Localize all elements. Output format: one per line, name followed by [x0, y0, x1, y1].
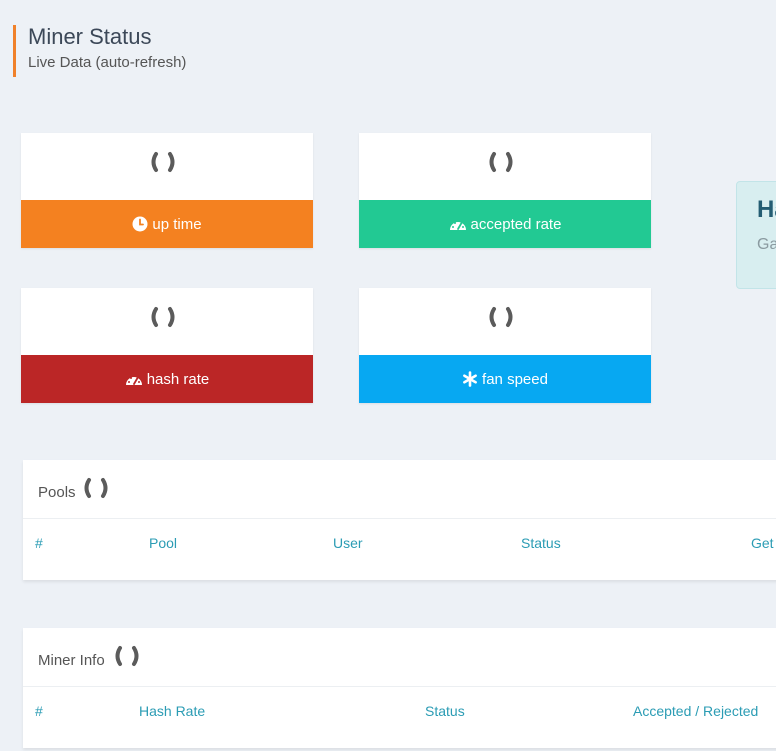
column-header[interactable]: # [35, 535, 43, 551]
stat-card-fan-speed-label: fan speed [359, 355, 651, 403]
loading-spinner-icon [151, 152, 175, 172]
stat-label-accepted-rate: accepted rate [470, 215, 562, 233]
loading-spinner-icon [489, 152, 513, 172]
pools-panel: Pools # Pool User Status Get [23, 460, 776, 580]
stat-card-accepted-rate: accepted rate [359, 133, 651, 248]
loading-spinner-icon [489, 307, 513, 327]
stat-card-hash-rate-label: hash rate [21, 355, 313, 403]
stat-card-hash-rate: hash rate [21, 288, 313, 403]
clock-icon [132, 216, 148, 232]
dashboard-icon [125, 377, 142, 385]
stat-card-uptime: up time [21, 133, 313, 248]
stat-card-accepted-rate-label: accepted rate [359, 200, 651, 248]
column-header[interactable]: Hash Rate [139, 703, 205, 719]
stat-label-hash-rate: hash rate [146, 370, 210, 388]
column-header[interactable]: Accepted / Rejected [633, 703, 758, 719]
column-header[interactable]: Status [425, 703, 465, 719]
alert-text: Ga [757, 236, 776, 253]
table-header: # Hash Rate Status Accepted / Rejected [23, 687, 776, 747]
column-header[interactable]: Get [751, 535, 774, 551]
asterisk-icon [463, 371, 477, 387]
miner-info-panel: Miner Info # Hash Rate Status Accepted /… [23, 628, 776, 748]
info-alert-card: Ha Ga [736, 181, 776, 289]
dashboard-icon [449, 222, 466, 230]
table-header: # Pool User Status Get [23, 519, 776, 579]
page-subtitle: Live Data (auto-refresh) [28, 54, 187, 71]
column-header[interactable]: Pool [149, 535, 177, 551]
loading-spinner-icon [151, 307, 175, 327]
loading-spinner-icon [84, 478, 108, 498]
column-header[interactable]: # [35, 703, 43, 719]
stat-label-uptime: up time [152, 215, 202, 233]
loading-spinner-icon [115, 646, 139, 666]
stat-card-uptime-label: up time [21, 200, 313, 248]
page-title: Miner Status [28, 24, 152, 49]
alert-title: Ha [757, 196, 776, 223]
column-header[interactable]: User [333, 535, 363, 551]
stat-card-fan-speed: fan speed [359, 288, 651, 403]
panel-title: Miner Info [38, 652, 105, 669]
stat-label-fan-speed: fan speed [482, 370, 548, 388]
panel-title: Pools [38, 484, 76, 501]
column-header[interactable]: Status [521, 535, 561, 551]
page-header: Miner Status Live Data (auto-refresh) [13, 24, 187, 77]
